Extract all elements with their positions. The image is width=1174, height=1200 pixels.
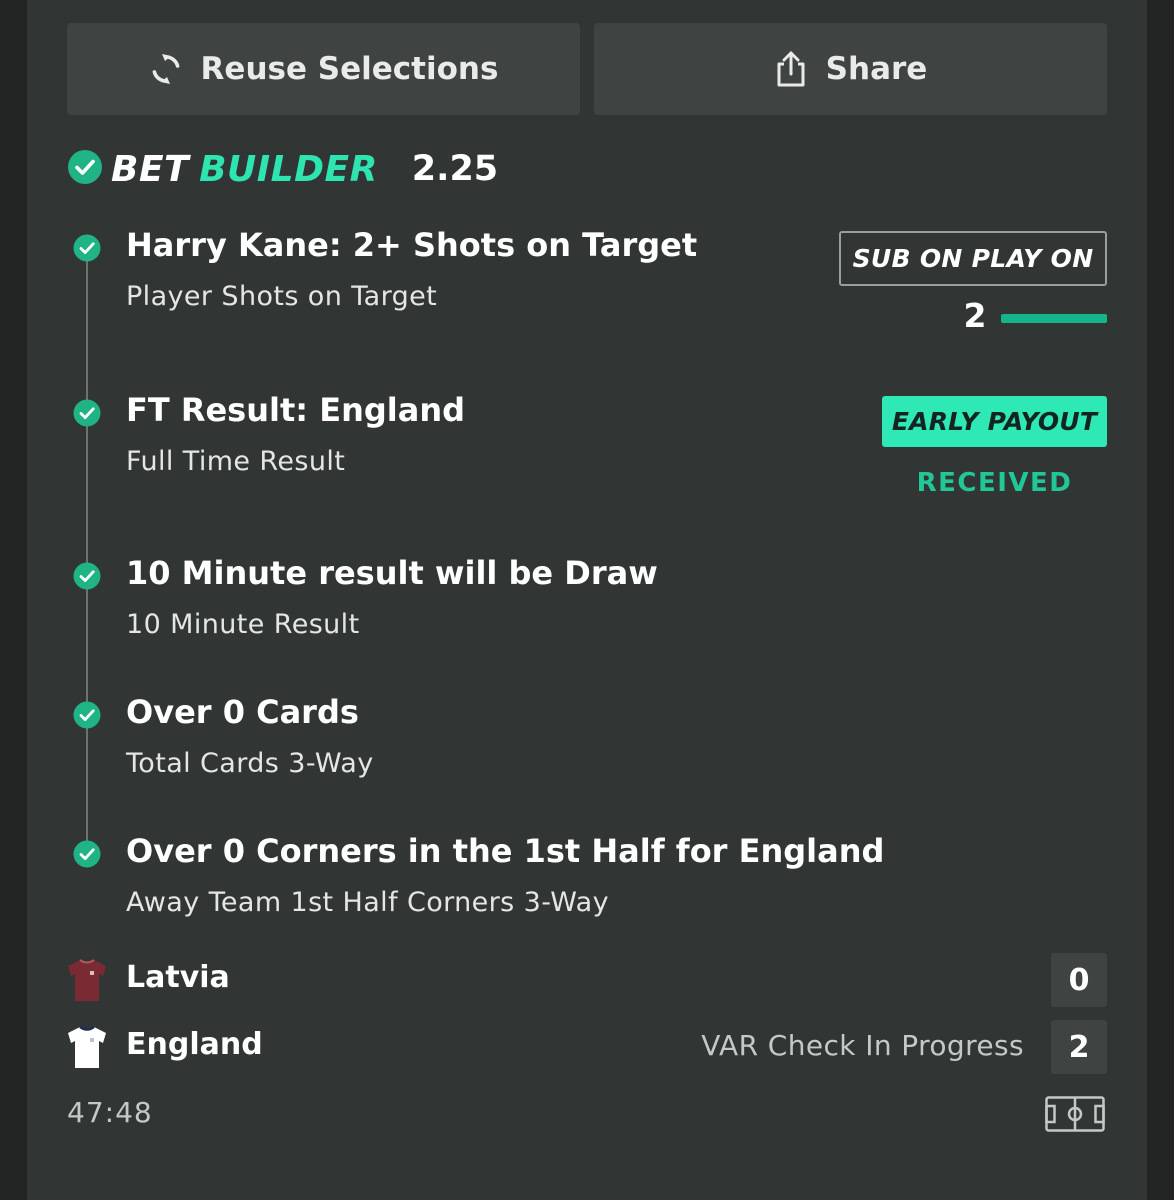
away-team-row: England VAR Check In Progress 2 [66, 1020, 1107, 1074]
shots-progress-fill [1001, 314, 1107, 323]
selection-title: Over 0 Corners in the 1st Half for Engla… [126, 832, 885, 870]
bet-builder-header: BET BUILDER 2.25 [67, 148, 498, 190]
check-circle-icon [73, 562, 101, 590]
selection-market: 10 Minute Result [126, 609, 360, 640]
check-circle-icon [73, 399, 101, 427]
bet-builder-title-builder: BUILDER [199, 148, 378, 190]
check-circle-icon [73, 234, 101, 262]
selection-title: Harry Kane: 2+ Shots on Target [126, 226, 698, 264]
selection-market: Player Shots on Target [126, 281, 438, 312]
shots-progress-bar [1001, 314, 1107, 323]
sub-on-play-on-badge: SUB ON PLAY ON [839, 231, 1107, 286]
home-team-row: Latvia 0 [66, 953, 1107, 1007]
selection-market: Full Time Result [126, 446, 346, 477]
home-team-name: Latvia [126, 960, 230, 995]
selection-title: FT Result: England [126, 391, 465, 429]
match-clock: 47:48 [67, 1096, 153, 1129]
shirt-icon [68, 959, 106, 1001]
away-team-name: England [126, 1027, 263, 1062]
app-frame: Reuse Selections Share BET BUILDER 2.25 … [0, 0, 1174, 1200]
selection-timeline [86, 248, 88, 853]
early-payout-received: RECEIVED [916, 468, 1073, 498]
early-payout-badge: EARLY PAYOUT [882, 396, 1107, 447]
selection-market: Total Cards 3-Way [126, 748, 374, 779]
selection-title: Over 0 Cards [126, 693, 359, 731]
check-circle-icon [73, 701, 101, 729]
share-button[interactable]: Share [594, 23, 1107, 115]
reuse-selections-label: Reuse Selections [200, 51, 499, 87]
share-icon [774, 50, 808, 88]
bet-builder-title-bet: BET [111, 148, 190, 190]
shots-progress-count: 2 [963, 296, 987, 335]
match-status: VAR Check In Progress [701, 1029, 1024, 1062]
selection-title: 10 Minute result will be Draw [126, 554, 658, 592]
reuse-selections-button[interactable]: Reuse Selections [67, 23, 580, 115]
selection-market: Away Team 1st Half Corners 3-Way [126, 887, 609, 918]
refresh-icon [149, 52, 183, 86]
check-circle-icon [73, 840, 101, 868]
bet-odds: 2.25 [411, 149, 499, 189]
shirt-icon [68, 1025, 106, 1068]
check-circle-icon [67, 149, 103, 189]
pitch-icon[interactable] [1045, 1096, 1105, 1132]
away-score: 2 [1051, 1020, 1107, 1074]
share-label: Share [825, 51, 928, 87]
home-score: 0 [1051, 953, 1107, 1007]
